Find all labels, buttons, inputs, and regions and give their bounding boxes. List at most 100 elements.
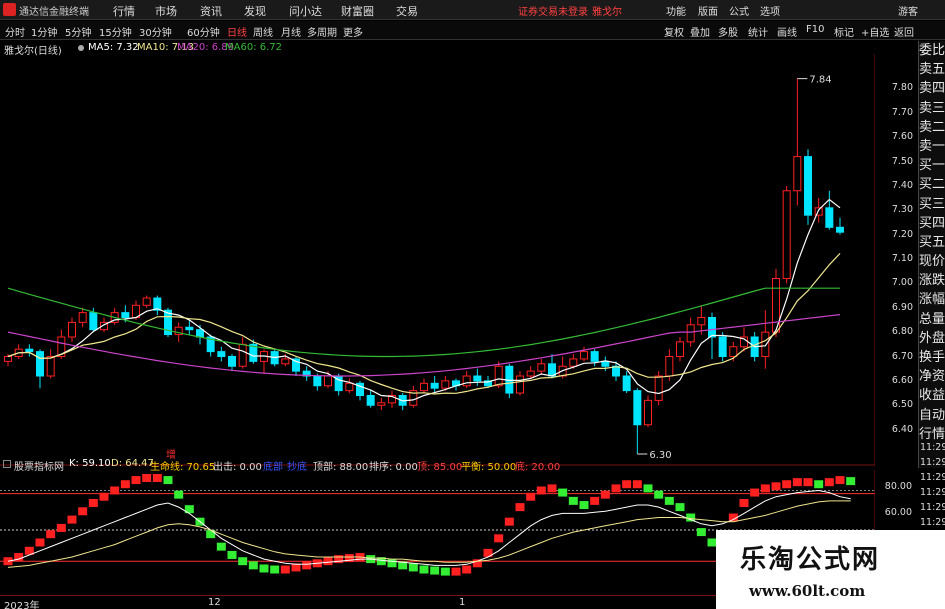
side-item[interactable]: 卖五	[919, 60, 945, 79]
tool-restore-rights[interactable]: 复权	[664, 24, 684, 39]
price-chart[interactable]: 7.846.30增	[0, 54, 875, 466]
candle-body	[825, 207, 834, 228]
side-item[interactable]: 换手	[919, 348, 945, 367]
candle-body	[580, 351, 588, 360]
candle-body	[612, 365, 620, 377]
period-more[interactable]: 更多	[343, 24, 363, 39]
period-1min[interactable]: 1分钟	[31, 24, 57, 39]
indicator-block	[622, 480, 632, 489]
date-label-year: 2023年	[4, 601, 40, 609]
title-stock-name: 雅戈尔	[592, 7, 622, 18]
candle-body	[420, 382, 428, 392]
side-item[interactable]: 买三	[919, 195, 945, 214]
indicator-block	[632, 480, 642, 489]
tool-back[interactable]: 返回	[894, 24, 914, 39]
side-item[interactable]: 总量	[919, 310, 945, 329]
indicator-axis-60: 60.00	[884, 507, 912, 518]
indicator-block	[515, 503, 525, 512]
candle-body	[281, 358, 290, 365]
indicator-d: D: 64.47	[111, 458, 154, 469]
ma5-line	[7, 198, 841, 402]
menu-xiaoda[interactable]: 问小达	[289, 3, 322, 19]
menu-options[interactable]: 选项	[760, 3, 780, 18]
menu-market[interactable]: 市场	[155, 3, 177, 19]
tool-multi-stock[interactable]: 多股	[718, 24, 738, 39]
candle-body	[313, 375, 322, 387]
side-item[interactable]: 外盘	[919, 329, 945, 348]
indicator-block	[88, 498, 98, 507]
side-item[interactable]: 净资	[919, 367, 945, 386]
candle-body	[761, 331, 770, 357]
indicator-block	[270, 565, 280, 574]
period-daily[interactable]: 日线	[227, 24, 247, 39]
candle-body	[36, 351, 44, 377]
price-tick-label: 6.90	[891, 301, 913, 313]
side-item[interactable]: 卖二	[919, 118, 945, 137]
trade-login-status[interactable]: 证券交易未登录	[518, 3, 588, 18]
side-item[interactable]: 现价	[919, 252, 945, 271]
candle-body	[441, 380, 450, 389]
indicator-block	[67, 515, 77, 524]
candle-body	[526, 370, 535, 377]
indicator-block	[782, 480, 792, 489]
side-item[interactable]: 委比	[919, 41, 945, 60]
period-30min[interactable]: 30分钟	[139, 24, 172, 39]
price-tick-label: 7.70	[891, 106, 913, 118]
side-item[interactable]: 买一	[919, 156, 945, 175]
indicator-block	[440, 567, 450, 576]
period-weekly[interactable]: 周线	[253, 24, 273, 39]
indicator-axis-80: 80.00	[884, 481, 912, 492]
side-item[interactable]: 买四	[919, 214, 945, 233]
period-5min[interactable]: 5分钟	[65, 24, 91, 39]
candle-body	[366, 395, 375, 406]
menu-news[interactable]: 资讯	[200, 3, 222, 19]
menu-layout[interactable]: 版面	[698, 3, 718, 18]
menu-function[interactable]: 功能	[666, 3, 686, 18]
candle-body	[814, 207, 823, 216]
tool-overlay[interactable]: 叠加	[690, 24, 710, 39]
indicator-toggle-icon[interactable]	[3, 460, 11, 468]
period-15min[interactable]: 15分钟	[99, 24, 132, 39]
tool-draw-line[interactable]: 画线	[777, 24, 797, 39]
tool-statistics[interactable]: 统计	[748, 24, 768, 39]
side-item[interactable]: 涨幅	[919, 290, 945, 309]
candle-body	[686, 324, 695, 343]
side-item[interactable]: 卖四	[919, 79, 945, 98]
indicator-block	[430, 566, 440, 575]
candle-body	[46, 356, 55, 377]
side-item[interactable]: 卖一	[919, 137, 945, 156]
indicator-block	[163, 476, 173, 485]
tool-f10[interactable]: F10	[806, 24, 824, 35]
indicator-block	[56, 523, 66, 532]
menu-wealth[interactable]: 财富圈	[341, 3, 374, 19]
side-item[interactable]: 买二	[919, 175, 945, 194]
side-item[interactable]: 买五	[919, 233, 945, 252]
candle-body	[654, 375, 663, 401]
period-60min[interactable]: 60分钟	[187, 24, 220, 39]
candle-body	[729, 346, 738, 357]
indicator-k: K: 59.10	[69, 458, 111, 469]
menu-formula[interactable]: 公式	[729, 3, 749, 18]
period-multi[interactable]: 多周期	[307, 24, 337, 39]
menu-quotes[interactable]: 行情	[113, 3, 135, 19]
side-item[interactable]: 收益	[919, 386, 945, 405]
guest-label[interactable]: 游客	[898, 3, 918, 18]
candle-body	[665, 356, 674, 377]
period-intraday[interactable]: 分时	[5, 24, 25, 39]
side-item[interactable]: 涨跌	[919, 271, 945, 290]
candle-body	[462, 375, 471, 387]
top-menu-bar: 通达信金融终端 行情 市场 资讯 发现 问小达 财富圈 交易 证券交易未登录 雅…	[0, 0, 945, 20]
candle-body	[185, 326, 194, 331]
period-monthly[interactable]: 月线	[281, 24, 301, 39]
side-item[interactable]: 卖三	[919, 99, 945, 118]
chart-toolbar: 分时 1分钟 5分钟 15分钟 30分钟 60分钟 日线 周线 月线 多周期 更…	[0, 21, 945, 40]
menu-discover[interactable]: 发现	[244, 3, 266, 19]
indicator-block	[568, 496, 578, 505]
tool-add-watchlist[interactable]: +自选	[861, 24, 889, 39]
side-item[interactable]: 自动	[919, 406, 945, 425]
menu-trade[interactable]: 交易	[396, 3, 418, 19]
indicator-block	[696, 528, 706, 537]
tool-mark[interactable]: 标记	[834, 24, 854, 39]
watermark-title: 乐淘公式网	[740, 545, 881, 575]
candle-body	[590, 351, 599, 362]
